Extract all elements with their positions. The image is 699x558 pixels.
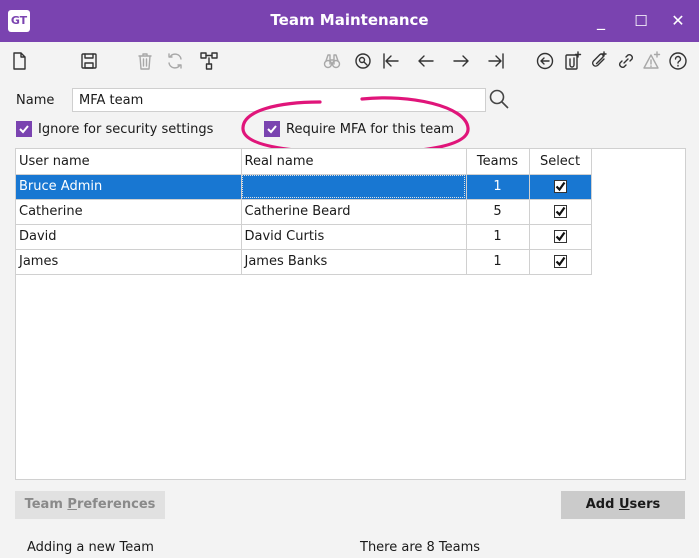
link-icon[interactable] [613,48,639,74]
save-icon[interactable] [76,48,102,74]
users-grid[interactable]: User name Real name Teams Select Bruce A… [15,148,686,480]
cell-select [529,249,592,275]
require-mfa-checkbox[interactable]: Require MFA for this team [264,121,454,137]
table-row[interactable]: James James Banks 1 [16,249,592,275]
select-checkbox[interactable] [553,255,567,268]
cell-user-name: James [16,249,242,275]
help-icon[interactable] [665,48,691,74]
cell-user-name: Catherine [16,199,242,225]
cell-teams: 1 [466,224,530,250]
search-icon[interactable] [488,88,512,112]
delete-icon[interactable] [132,48,158,74]
column-header-select[interactable]: Select [529,149,592,175]
cell-real-name[interactable] [241,174,467,200]
status-message: Adding a new Team [27,540,154,555]
name-input[interactable] [72,88,486,112]
cell-teams: 1 [466,174,530,200]
select-checkbox[interactable] [553,230,567,243]
title-bar: GT Team Maintenance _ ☐ ✕ [0,0,699,42]
cell-select [529,224,592,250]
close-button[interactable]: ✕ [663,8,693,34]
cell-select [529,174,592,200]
attachment-icon[interactable] [586,48,612,74]
require-mfa-label: Require MFA for this team [286,121,454,137]
minimize-button[interactable]: _ [586,8,616,34]
cell-teams: 5 [466,199,530,225]
team-count-status: There are 8 Teams [360,540,481,555]
back-icon[interactable] [532,48,558,74]
select-checkbox[interactable] [553,180,567,193]
column-header-real-name[interactable]: Real name [241,149,467,175]
hierarchy-icon[interactable] [196,48,222,74]
table-row[interactable]: Catherine Catherine Beard 5 [16,199,592,225]
next-icon[interactable] [448,48,474,74]
checkmark-icon [555,256,565,267]
previous-icon[interactable] [413,48,439,74]
cell-real-name: David Curtis [241,224,467,250]
new-document-icon[interactable] [6,48,32,74]
cell-real-name: Catherine Beard [241,199,467,225]
checkmark-icon [555,181,565,192]
first-icon[interactable] [378,48,404,74]
column-header-teams[interactable]: Teams [466,149,530,175]
refresh-icon[interactable] [162,48,188,74]
ignore-security-checkbox[interactable]: Ignore for security settings [16,121,213,137]
ignore-security-label: Ignore for security settings [38,121,214,137]
toolbar [0,42,699,80]
column-header-user-name[interactable]: User name [16,149,242,175]
add-users-button[interactable]: Add Users [561,491,685,519]
users-table: User name Real name Teams Select Bruce A… [16,149,592,275]
cell-select [529,199,592,225]
cell-teams: 1 [466,249,530,275]
grid-header-row: User name Real name Teams Select [16,149,592,175]
team-preferences-button[interactable]: Team Preferences [15,491,165,519]
add-alert-icon[interactable] [639,48,665,74]
cell-user-name: Bruce Admin [16,174,242,200]
cell-real-name: James Banks [241,249,467,275]
checkbox-checked-icon [16,121,32,137]
table-row[interactable]: David David Curtis 1 [16,224,592,250]
table-row[interactable]: Bruce Admin 1 [16,174,592,200]
binoculars-icon[interactable] [319,48,345,74]
checkmark-icon [555,231,565,242]
last-icon[interactable] [483,48,509,74]
checkmark-icon [555,206,565,217]
select-checkbox[interactable] [553,205,567,218]
add-attachment-icon[interactable] [560,48,586,74]
find-icon[interactable] [350,48,376,74]
name-label: Name [16,93,55,108]
checkbox-checked-icon [264,121,280,137]
cell-user-name: David [16,224,242,250]
maximize-button[interactable]: ☐ [626,8,656,34]
